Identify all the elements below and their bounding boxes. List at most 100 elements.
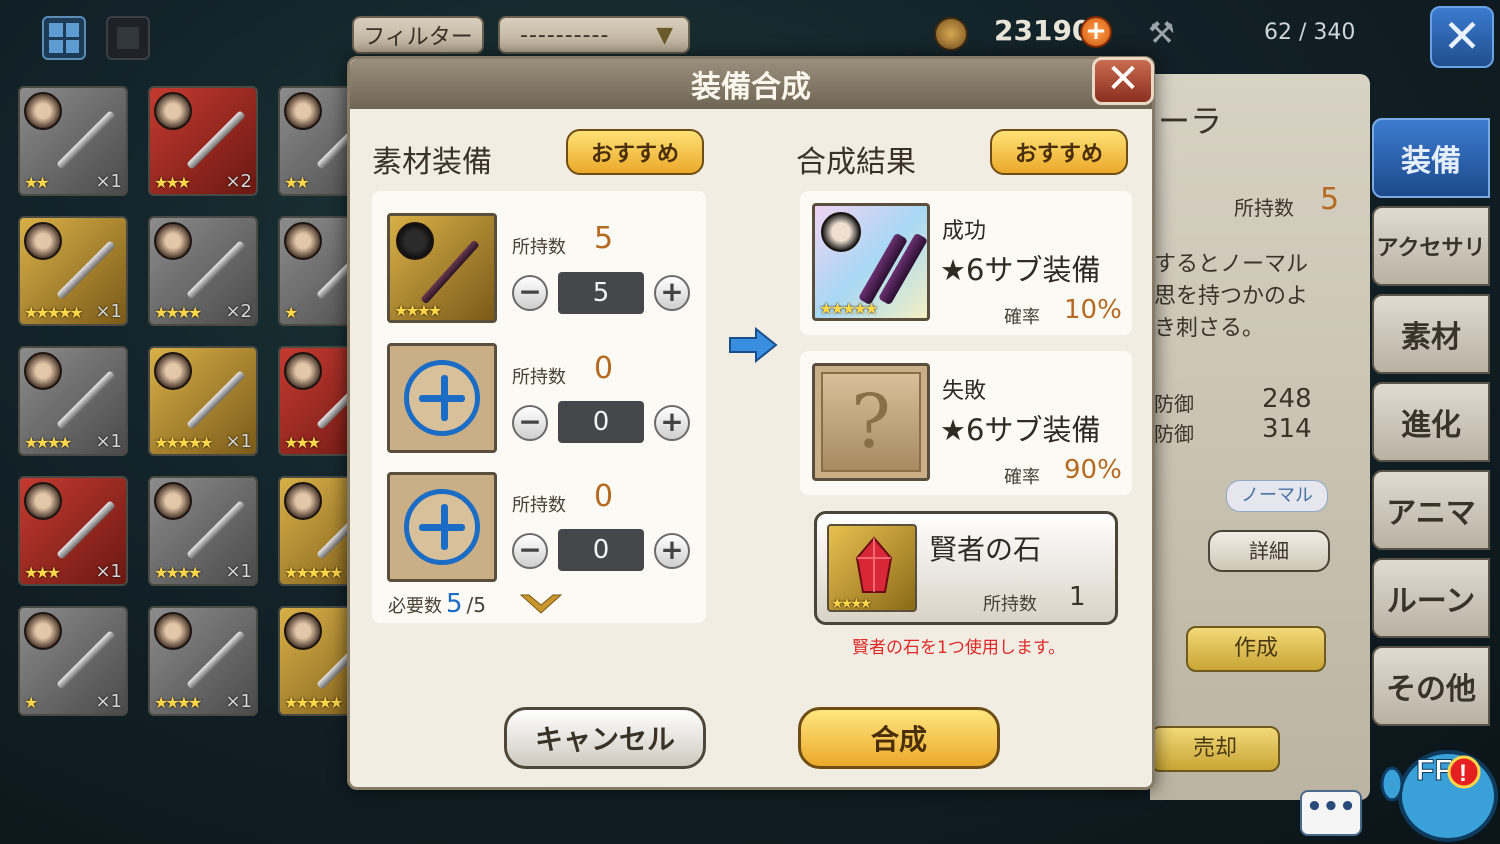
dialog-close-button[interactable]: ✕ bbox=[1092, 57, 1154, 105]
sage-stone-item[interactable]: ★★★★ 賢者の石 所持数 1 bbox=[814, 511, 1118, 625]
rarity-stars: ★★★★ bbox=[24, 433, 72, 452]
svg-text:!: ! bbox=[1459, 760, 1467, 787]
portrait-icon bbox=[154, 222, 192, 260]
sell-button[interactable]: 売却 bbox=[1150, 726, 1280, 772]
stat-label: 防御 bbox=[1154, 392, 1194, 416]
weapon-icon bbox=[186, 240, 246, 300]
quantity-stepper[interactable]: 5 bbox=[558, 272, 644, 314]
tab-rune[interactable]: ルーン bbox=[1372, 558, 1490, 638]
rarity-stars: ★★★★★ bbox=[154, 433, 214, 452]
equipment-grid-item[interactable]: ★★ ×1 bbox=[18, 86, 128, 196]
equipment-grid-item[interactable]: ★★★★★ ×1 bbox=[148, 346, 258, 456]
weapon-icon bbox=[56, 110, 116, 170]
weapon-icon bbox=[56, 630, 116, 690]
rarity-stars: ★★★★ bbox=[831, 596, 872, 612]
tab-accessory[interactable]: アクセサリ bbox=[1372, 206, 1490, 286]
detail-owned-value: 5 bbox=[1320, 182, 1340, 217]
cancel-button[interactable]: キャンセル bbox=[504, 707, 706, 769]
required-current: 5 bbox=[446, 589, 463, 619]
owned-label: 所持数 bbox=[512, 495, 566, 516]
success-item-slot[interactable]: ★★★★★ bbox=[812, 203, 930, 321]
close-screen-button[interactable]: ✕ bbox=[1430, 6, 1494, 68]
details-button[interactable]: 詳細 bbox=[1208, 530, 1330, 572]
fail-item-slot[interactable]: ? bbox=[812, 363, 930, 481]
rarity-stars: ★★★★★ bbox=[24, 303, 84, 322]
rate-label: 確率 bbox=[1004, 307, 1040, 328]
equipment-grid-item[interactable]: ★★★★ ×1 bbox=[18, 346, 128, 456]
tab-evolution[interactable]: 進化 bbox=[1372, 382, 1490, 462]
rarity-stars: ★★ bbox=[24, 173, 50, 192]
grid-view-button[interactable] bbox=[42, 16, 86, 60]
question-icon: ? bbox=[821, 372, 921, 472]
material-slot-2[interactable] bbox=[387, 343, 497, 453]
rarity-stars: ★★★★★ bbox=[284, 693, 344, 712]
item-count: ×1 bbox=[225, 431, 252, 452]
equipment-grid-item[interactable]: ★ ×1 bbox=[18, 606, 128, 716]
list-view-button[interactable] bbox=[106, 16, 150, 60]
weapon-icon bbox=[56, 370, 116, 430]
decrease-button[interactable]: − bbox=[512, 405, 548, 441]
recommend-material-button[interactable]: おすすめ bbox=[566, 129, 704, 175]
equipment-grid-item[interactable]: ★★★★ ×1 bbox=[148, 476, 258, 586]
quantity-stepper[interactable]: 0 bbox=[558, 529, 644, 571]
rarity-stars: ★★★★ bbox=[154, 693, 202, 712]
create-button[interactable]: 作成 bbox=[1186, 626, 1326, 672]
rarity-stars: ★ bbox=[284, 303, 298, 322]
chevron-down-icon[interactable] bbox=[519, 593, 563, 617]
item-count: ×1 bbox=[95, 561, 122, 582]
material-slot-3[interactable] bbox=[387, 472, 497, 582]
portrait-icon bbox=[284, 612, 322, 650]
portrait-icon bbox=[284, 92, 322, 130]
equipment-grid-item[interactable]: ★★★★ ×2 bbox=[148, 216, 258, 326]
detail-desc-line: き刺さる。 bbox=[1154, 316, 1265, 341]
add-gil-button[interactable]: + bbox=[1080, 16, 1112, 48]
stone-name: 賢者の石 bbox=[929, 533, 1042, 566]
tab-material[interactable]: 素材 bbox=[1372, 294, 1490, 374]
increase-button[interactable]: + bbox=[654, 275, 690, 311]
weapon-icon bbox=[56, 500, 116, 560]
detail-owned-label: 所持数 bbox=[1234, 196, 1294, 220]
rarity-stars: ★★★★★ bbox=[284, 563, 344, 582]
material-section-title: 素材装備 bbox=[372, 145, 492, 180]
quantity-stepper[interactable]: 0 bbox=[558, 401, 644, 443]
svg-text:FF: FF bbox=[1416, 754, 1453, 787]
filter-button[interactable]: フィルター bbox=[352, 16, 484, 54]
chevron-down-icon: ▼ bbox=[656, 22, 674, 48]
success-result-card: ★★★★★ 成功 ★6サブ装備 確率 10% bbox=[800, 191, 1132, 335]
increase-button[interactable]: + bbox=[654, 405, 690, 441]
increase-button[interactable]: + bbox=[654, 533, 690, 569]
rarity-stars: ★★★★ bbox=[154, 303, 202, 322]
equipment-grid-item[interactable]: ★★★ ×2 bbox=[148, 86, 258, 196]
stone-usage-note: 賢者の石を1つ使用します。 bbox=[852, 638, 1066, 658]
synthesize-button[interactable]: 合成 bbox=[798, 707, 1000, 769]
weapon-icon bbox=[186, 370, 246, 430]
portrait-icon bbox=[24, 612, 62, 650]
decrease-button[interactable]: − bbox=[512, 275, 548, 311]
item-count: ×1 bbox=[95, 431, 122, 452]
equipment-grid-item[interactable]: ★★★★ ×1 bbox=[148, 606, 258, 716]
mascot-icon[interactable]: FF ! bbox=[1378, 730, 1500, 844]
add-icon bbox=[404, 489, 480, 565]
tab-anima[interactable]: アニマ bbox=[1372, 470, 1490, 550]
portrait-icon bbox=[154, 482, 192, 520]
filter-select[interactable]: ---------- ▼ bbox=[498, 16, 690, 54]
synthesis-dialog: 装備合成 ✕ 素材装備 おすすめ ★★★★ 所持数 5 − 5 + 所持数 0 … bbox=[347, 56, 1155, 790]
chat-button[interactable]: ••• bbox=[1300, 790, 1362, 836]
item-count: ×1 bbox=[95, 301, 122, 322]
tab-equipment[interactable]: 装備 bbox=[1372, 118, 1490, 198]
success-rate: 10% bbox=[1064, 295, 1122, 325]
owned-label: 所持数 bbox=[512, 367, 566, 388]
decrease-button[interactable]: − bbox=[512, 533, 548, 569]
rarity-stars: ★★★ bbox=[284, 433, 321, 452]
portrait-icon bbox=[154, 92, 192, 130]
equipment-grid-item[interactable]: ★★★★★ ×1 bbox=[18, 216, 128, 326]
recommend-result-button[interactable]: おすすめ bbox=[990, 129, 1128, 175]
tab-other[interactable]: その他 bbox=[1372, 646, 1490, 726]
material-slot-1[interactable]: ★★★★ bbox=[387, 213, 497, 323]
equipment-grid-item[interactable]: ★★★ ×1 bbox=[18, 476, 128, 586]
portrait-icon bbox=[24, 482, 62, 520]
owned-value: 0 bbox=[594, 351, 614, 386]
filter-select-value: ---------- bbox=[520, 22, 610, 48]
rarity-stars: ★★★ bbox=[24, 563, 61, 582]
item-count: ×2 bbox=[225, 171, 252, 192]
